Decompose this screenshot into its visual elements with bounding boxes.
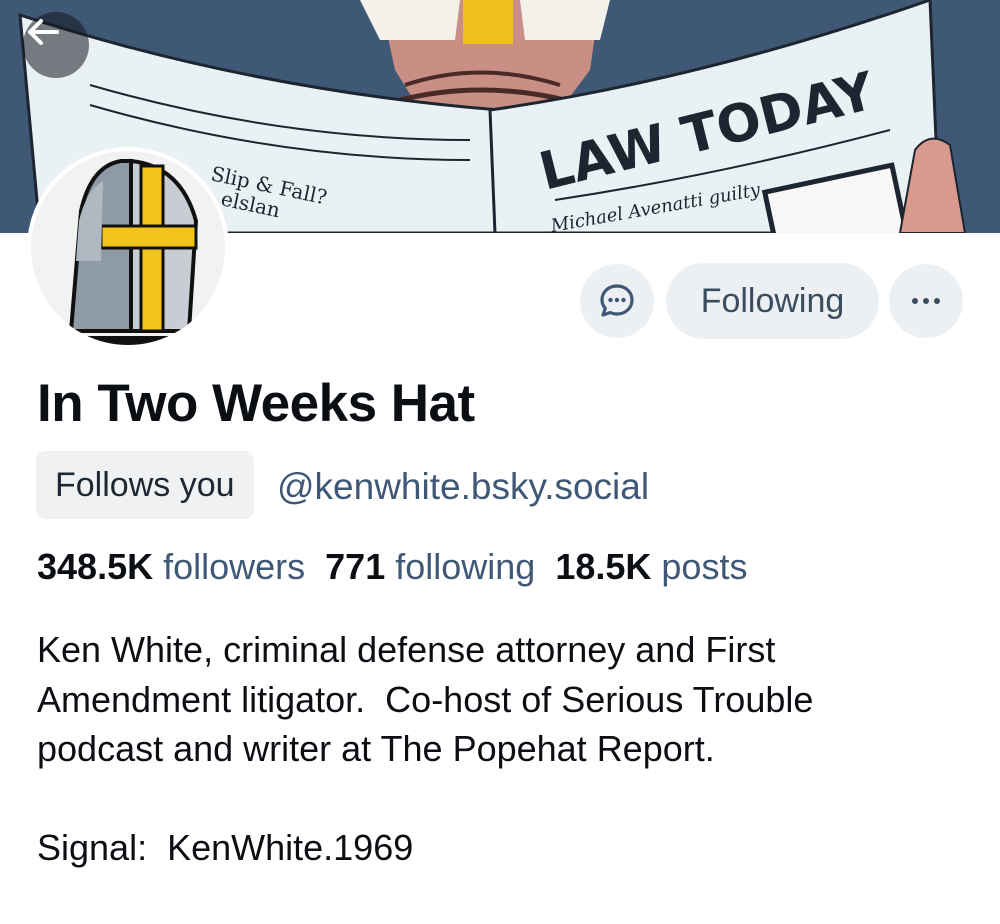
mitre-hat-icon [61,158,199,345]
followers-stat[interactable]: 348.5K followers [37,546,305,588]
ellipsis-icon [912,298,940,304]
following-count: 771 [325,546,386,587]
follows-you-badge: Follows you [36,451,254,519]
following-stat[interactable]: 771 following [325,546,535,588]
posts-stat: 18.5K posts [555,546,747,588]
back-button[interactable] [23,12,89,78]
posts-label: posts [661,546,748,587]
posts-count: 18.5K [555,546,652,587]
profile-bio: Ken White, criminal defense attorney and… [37,629,814,868]
following-button[interactable]: Following [666,263,879,339]
avatar-image [31,151,225,345]
profile-stats: 348.5K followers 771 following 18.5K posts [37,546,767,588]
followers-label: followers [163,546,306,587]
arrow-left-icon [28,19,59,45]
more-options-button[interactable] [889,264,963,338]
avatar[interactable] [27,147,229,349]
chat-bubble-icon [600,284,634,317]
profile-handle[interactable]: @kenwhite.bsky.social [277,466,649,508]
display-name: In Two Weeks Hat [37,374,475,433]
message-button[interactable] [580,264,654,338]
following-label: following [395,546,536,587]
profile-page: Slip & Fall? elslan LAW TODAY Michael Av… [0,0,1000,924]
followers-count: 348.5K [37,546,154,587]
